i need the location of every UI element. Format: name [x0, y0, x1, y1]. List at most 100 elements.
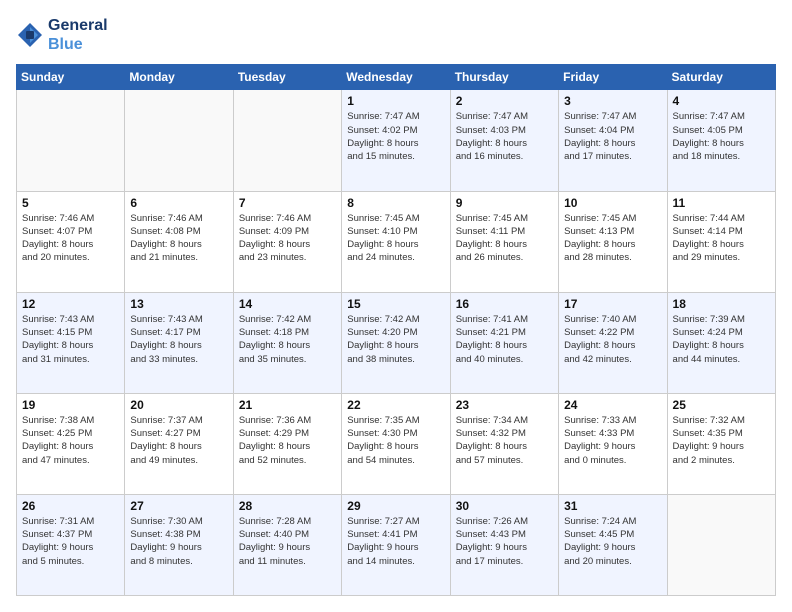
calendar-cell: 2 Sunrise: 7:47 AM Sunset: 4:03 PM Daylig… [450, 90, 558, 191]
calendar-cell: 7 Sunrise: 7:46 AM Sunset: 4:09 PM Daylig… [233, 191, 341, 292]
day-info: Sunrise: 7:47 AM Sunset: 4:02 PM Dayligh… [347, 110, 444, 163]
day-number: 19 [22, 398, 119, 412]
calendar-week-4: 19 Sunrise: 7:38 AM Sunset: 4:25 PM Dayli… [17, 393, 776, 494]
day-number: 3 [564, 94, 661, 108]
day-info: Sunrise: 7:45 AM Sunset: 4:11 PM Dayligh… [456, 212, 553, 265]
day-number: 15 [347, 297, 444, 311]
day-number: 8 [347, 196, 444, 210]
day-number: 26 [22, 499, 119, 513]
calendar-cell: 10Sunrise: 7:45 AM Sunset: 4:13 PM Dayli… [559, 191, 667, 292]
day-number: 30 [456, 499, 553, 513]
day-info: Sunrise: 7:31 AM Sunset: 4:37 PM Dayligh… [22, 515, 119, 568]
day-number: 11 [673, 196, 770, 210]
calendar-cell: 18 Sunrise: 7:39 AM Sunset: 4:24 PM Dayli… [667, 292, 775, 393]
day-number: 6 [130, 196, 227, 210]
day-number: 18 [673, 297, 770, 311]
calendar-cell: 28 Sunrise: 7:28 AM Sunset: 4:40 PM Dayli… [233, 494, 341, 595]
day-info: Sunrise: 7:26 AM Sunset: 4:43 PM Dayligh… [456, 515, 553, 568]
weekday-header-wednesday: Wednesday [342, 65, 450, 90]
calendar-cell: 5 Sunrise: 7:46 AM Sunset: 4:07 PM Daylig… [17, 191, 125, 292]
logo-text: General Blue [48, 16, 108, 54]
calendar-cell [17, 90, 125, 191]
day-info: Sunrise: 7:38 AM Sunset: 4:25 PM Dayligh… [22, 414, 119, 467]
calendar-cell: 16 Sunrise: 7:41 AM Sunset: 4:21 PM Dayli… [450, 292, 558, 393]
calendar-cell: 17 Sunrise: 7:40 AM Sunset: 4:22 PM Dayli… [559, 292, 667, 393]
day-number: 21 [239, 398, 336, 412]
day-info: Sunrise: 7:42 AM Sunset: 4:20 PM Dayligh… [347, 313, 444, 366]
day-info: Sunrise: 7:34 AM Sunset: 4:32 PM Dayligh… [456, 414, 553, 467]
calendar-cell: 29 Sunrise: 7:27 AM Sunset: 4:41 PM Dayli… [342, 494, 450, 595]
calendar-cell: 31 Sunrise: 7:24 AM Sunset: 4:45 PM Dayli… [559, 494, 667, 595]
day-number: 5 [22, 196, 119, 210]
weekday-header-friday: Friday [559, 65, 667, 90]
day-info: Sunrise: 7:47 AM Sunset: 4:05 PM Dayligh… [673, 110, 770, 163]
calendar-cell: 1 Sunrise: 7:47 AM Sunset: 4:02 PM Daylig… [342, 90, 450, 191]
day-info: Sunrise: 7:24 AM Sunset: 4:45 PM Dayligh… [564, 515, 661, 568]
day-number: 16 [456, 297, 553, 311]
day-info: Sunrise: 7:44 AM Sunset: 4:14 PM Dayligh… [673, 212, 770, 265]
calendar-cell: 20 Sunrise: 7:37 AM Sunset: 4:27 PM Dayli… [125, 393, 233, 494]
calendar-cell: 4 Sunrise: 7:47 AM Sunset: 4:05 PM Daylig… [667, 90, 775, 191]
calendar-header-row: SundayMondayTuesdayWednesdayThursdayFrid… [17, 65, 776, 90]
day-number: 1 [347, 94, 444, 108]
day-number: 31 [564, 499, 661, 513]
day-number: 17 [564, 297, 661, 311]
calendar-week-2: 5 Sunrise: 7:46 AM Sunset: 4:07 PM Daylig… [17, 191, 776, 292]
calendar-cell [125, 90, 233, 191]
calendar-cell: 22 Sunrise: 7:35 AM Sunset: 4:30 PM Dayli… [342, 393, 450, 494]
day-info: Sunrise: 7:33 AM Sunset: 4:33 PM Dayligh… [564, 414, 661, 467]
day-info: Sunrise: 7:47 AM Sunset: 4:03 PM Dayligh… [456, 110, 553, 163]
day-info: Sunrise: 7:39 AM Sunset: 4:24 PM Dayligh… [673, 313, 770, 366]
day-number: 12 [22, 297, 119, 311]
day-info: Sunrise: 7:37 AM Sunset: 4:27 PM Dayligh… [130, 414, 227, 467]
calendar-cell: 27 Sunrise: 7:30 AM Sunset: 4:38 PM Dayli… [125, 494, 233, 595]
day-number: 7 [239, 196, 336, 210]
day-info: Sunrise: 7:46 AM Sunset: 4:07 PM Dayligh… [22, 212, 119, 265]
calendar-cell [667, 494, 775, 595]
calendar-cell: 23 Sunrise: 7:34 AM Sunset: 4:32 PM Dayli… [450, 393, 558, 494]
calendar-cell: 21 Sunrise: 7:36 AM Sunset: 4:29 PM Dayli… [233, 393, 341, 494]
day-info: Sunrise: 7:43 AM Sunset: 4:17 PM Dayligh… [130, 313, 227, 366]
calendar-cell: 3Sunrise: 7:47 AM Sunset: 4:04 PM Daylig… [559, 90, 667, 191]
day-number: 20 [130, 398, 227, 412]
day-info: Sunrise: 7:32 AM Sunset: 4:35 PM Dayligh… [673, 414, 770, 467]
calendar-cell: 14Sunrise: 7:42 AM Sunset: 4:18 PM Dayli… [233, 292, 341, 393]
day-number: 4 [673, 94, 770, 108]
weekday-header-monday: Monday [125, 65, 233, 90]
calendar-cell: 6Sunrise: 7:46 AM Sunset: 4:08 PM Daylig… [125, 191, 233, 292]
calendar-cell: 15 Sunrise: 7:42 AM Sunset: 4:20 PM Dayli… [342, 292, 450, 393]
day-number: 10 [564, 196, 661, 210]
day-number: 24 [564, 398, 661, 412]
day-number: 23 [456, 398, 553, 412]
calendar-cell: 13 Sunrise: 7:43 AM Sunset: 4:17 PM Dayli… [125, 292, 233, 393]
calendar-cell: 9Sunrise: 7:45 AM Sunset: 4:11 PM Daylig… [450, 191, 558, 292]
day-info: Sunrise: 7:28 AM Sunset: 4:40 PM Dayligh… [239, 515, 336, 568]
day-number: 13 [130, 297, 227, 311]
day-number: 22 [347, 398, 444, 412]
weekday-header-tuesday: Tuesday [233, 65, 341, 90]
logo-icon [16, 21, 44, 49]
day-number: 25 [673, 398, 770, 412]
day-info: Sunrise: 7:27 AM Sunset: 4:41 PM Dayligh… [347, 515, 444, 568]
day-info: Sunrise: 7:46 AM Sunset: 4:09 PM Dayligh… [239, 212, 336, 265]
day-number: 28 [239, 499, 336, 513]
day-info: Sunrise: 7:40 AM Sunset: 4:22 PM Dayligh… [564, 313, 661, 366]
day-info: Sunrise: 7:36 AM Sunset: 4:29 PM Dayligh… [239, 414, 336, 467]
logo: General Blue [16, 16, 108, 54]
day-number: 29 [347, 499, 444, 513]
page: General Blue SundayMondayTuesdayWednesda… [0, 0, 792, 612]
calendar-cell: 26 Sunrise: 7:31 AM Sunset: 4:37 PM Dayli… [17, 494, 125, 595]
day-info: Sunrise: 7:41 AM Sunset: 4:21 PM Dayligh… [456, 313, 553, 366]
day-info: Sunrise: 7:45 AM Sunset: 4:10 PM Dayligh… [347, 212, 444, 265]
calendar-table: SundayMondayTuesdayWednesdayThursdayFrid… [16, 64, 776, 596]
day-number: 27 [130, 499, 227, 513]
day-info: Sunrise: 7:35 AM Sunset: 4:30 PM Dayligh… [347, 414, 444, 467]
calendar-cell: 30 Sunrise: 7:26 AM Sunset: 4:43 PM Dayli… [450, 494, 558, 595]
calendar-week-3: 12Sunrise: 7:43 AM Sunset: 4:15 PM Dayli… [17, 292, 776, 393]
day-info: Sunrise: 7:42 AM Sunset: 4:18 PM Dayligh… [239, 313, 336, 366]
day-number: 2 [456, 94, 553, 108]
calendar-cell: 12Sunrise: 7:43 AM Sunset: 4:15 PM Dayli… [17, 292, 125, 393]
weekday-header-thursday: Thursday [450, 65, 558, 90]
day-info: Sunrise: 7:30 AM Sunset: 4:38 PM Dayligh… [130, 515, 227, 568]
weekday-header-sunday: Sunday [17, 65, 125, 90]
